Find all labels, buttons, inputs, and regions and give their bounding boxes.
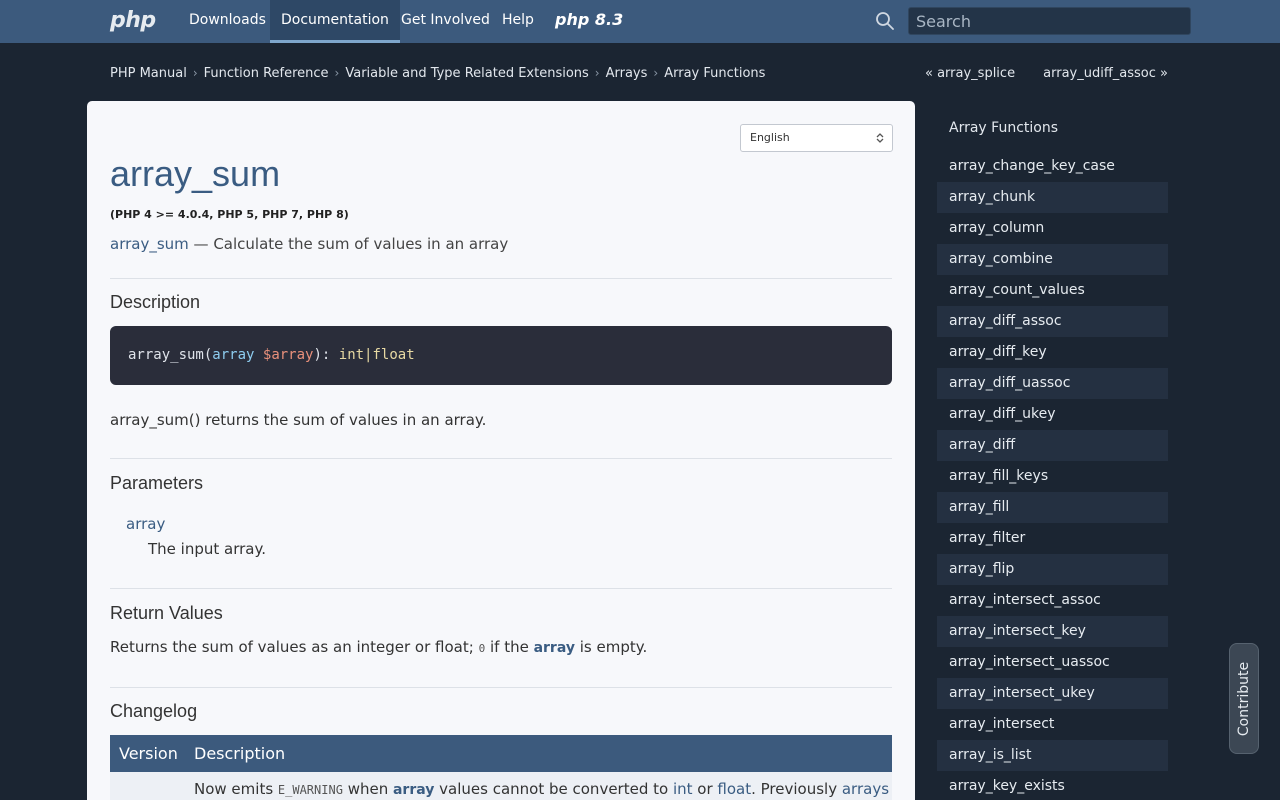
nav-documentation[interactable]: Documentation (270, 0, 400, 43)
sidebar-item-array-flip[interactable]: array_flip (937, 554, 1168, 585)
signature-return-type[interactable]: int|float (339, 347, 415, 363)
row-text: . Previously (751, 780, 842, 798)
row-text: or (692, 780, 718, 798)
sidebar-title: Array Functions (949, 120, 1058, 136)
changelog-heading: Changelog (110, 701, 198, 721)
arrays-link[interactable]: arrays (842, 780, 889, 798)
return-values-heading: Return Values (110, 603, 223, 623)
sidebar-item-array-chunk[interactable]: array_chunk (937, 182, 1168, 213)
page-title: array_sum (110, 153, 281, 194)
changelog-table-header: Version Description (110, 735, 892, 772)
php-version-badge[interactable]: php 8.3 (555, 10, 623, 29)
php-logo[interactable]: php (110, 8, 156, 33)
description-heading: Description (110, 292, 201, 312)
signature-code-block: array_sum(array $array): int|float (110, 326, 892, 385)
breadcrumb-arrays[interactable]: Arrays (606, 66, 648, 81)
signature-function: array_sum( (128, 347, 213, 363)
sidebar-item-array-intersect-uassoc[interactable]: array_intersect_uassoc (937, 647, 1168, 678)
breadcrumb-variable-type-extensions[interactable]: Variable and Type Related Extensions (345, 66, 588, 81)
sidebar-item-array-diff-ukey[interactable]: array_diff_ukey (937, 399, 1168, 430)
divider (110, 458, 892, 459)
search-input[interactable] (908, 7, 1191, 35)
return-text-part: is empty. (574, 638, 648, 656)
refname-line: array_sum — Calculate the sum of values … (110, 235, 508, 253)
language-select-value: English (750, 131, 790, 144)
e-warning-constant: E_WARNING (277, 783, 343, 797)
description-text: array_sum() returns the sum of values in… (110, 411, 487, 429)
signature-param-var: $array (262, 347, 314, 363)
sidebar-item-array-intersect[interactable]: array_intersect (937, 709, 1168, 740)
refname-function: array_sum (110, 235, 189, 253)
float-link[interactable]: float (717, 780, 751, 798)
param-array-name: array (126, 515, 166, 533)
param-array-ref: array (392, 782, 435, 798)
parameters-heading: Parameters (110, 473, 204, 493)
nav-downloads[interactable]: Downloads (178, 0, 277, 43)
column-header-description: Description (194, 744, 286, 763)
changelog-row-description: Now emits E_WARNING when array values ca… (194, 780, 889, 798)
language-select[interactable]: English (740, 124, 893, 152)
contribute-button[interactable]: Contribute (1229, 643, 1259, 754)
chevron-right-icon: › (594, 66, 600, 80)
return-values-text: Returns the sum of values as an integer … (110, 638, 647, 656)
sidebar-item-array-is-list[interactable]: array_is_list (937, 740, 1168, 771)
sidebar-item-array-intersect-assoc[interactable]: array_intersect_assoc (937, 585, 1168, 616)
row-text: Now emits (194, 780, 278, 798)
sidebar-function-list: array_change_key_case array_chunk array_co… (937, 151, 1168, 800)
prev-page-link[interactable]: « array_splice (925, 66, 1015, 81)
breadcrumb: PHP Manual › Function Reference › Variable a… (110, 66, 765, 81)
chevron-right-icon: › (653, 66, 659, 80)
int-link[interactable]: int (673, 780, 693, 798)
next-page-link[interactable]: array_udiff_assoc » (1043, 66, 1168, 81)
signature-close: ): (313, 347, 339, 363)
signature-param-type[interactable]: array (212, 347, 254, 363)
row-text: values cannot be converted to (434, 780, 673, 798)
nav-get-involved[interactable]: Get Involved (390, 0, 501, 43)
sidebar-item-array-column[interactable]: array_column (937, 213, 1168, 244)
sidebar-item-array-diff-uassoc[interactable]: array_diff_uassoc (937, 368, 1168, 399)
breadcrumb-function-reference[interactable]: Function Reference (204, 66, 329, 81)
version-info: (PHP 4 >= 4.0.4, PHP 5, PHP 7, PHP 8) (110, 208, 349, 221)
table-row: Now emits E_WARNING when array values ca… (110, 772, 892, 800)
select-arrows-icon (876, 133, 884, 143)
sidebar-item-array-fill-keys[interactable]: array_fill_keys (937, 461, 1168, 492)
sidebar-item-array-diff-key[interactable]: array_diff_key (937, 337, 1168, 368)
sidebar-item-array-key-exists[interactable]: array_key_exists (937, 771, 1168, 800)
sidebar-item-array-fill[interactable]: array_fill (937, 492, 1168, 523)
return-text-part: Returns the sum of values as an integer … (110, 638, 479, 656)
divider (110, 588, 892, 589)
sidebar-item-array-intersect-key[interactable]: array_intersect_key (937, 616, 1168, 647)
search-icon[interactable] (875, 11, 895, 31)
top-navbar: php Downloads Documentation Get Involved… (0, 0, 1280, 43)
row-text: when (342, 780, 393, 798)
sidebar-item-array-combine[interactable]: array_combine (937, 244, 1168, 275)
sidebar-item-array-count-values[interactable]: array_count_values (937, 275, 1168, 306)
breadcrumb-php-manual[interactable]: PHP Manual (110, 66, 187, 81)
divider (110, 687, 892, 688)
chevron-right-icon: › (334, 66, 340, 80)
column-header-version: Version (119, 744, 178, 763)
param-array-desc: The input array. (148, 540, 266, 558)
divider (110, 278, 892, 279)
sidebar-item-array-intersect-ukey[interactable]: array_intersect_ukey (937, 678, 1168, 709)
breadcrumb-array-functions[interactable]: Array Functions (664, 66, 765, 81)
refpurpose: — Calculate the sum of values in an arra… (193, 235, 509, 253)
contribute-label: Contribute (1236, 661, 1252, 736)
changelog-table: Version Description Now emits E_WARNING … (110, 735, 892, 800)
content-card: English array_sum (PHP 4 >= 4.0.4, PHP 5… (87, 101, 915, 800)
return-param-array: array (533, 640, 575, 656)
sidebar-item-array-change-key-case[interactable]: array_change_key_case (937, 151, 1168, 182)
nav-help[interactable]: Help (491, 0, 545, 43)
chevron-right-icon: › (192, 66, 198, 80)
return-text-part: if the (485, 638, 534, 656)
sidebar-item-array-diff[interactable]: array_diff (937, 430, 1168, 461)
sidebar-item-array-filter[interactable]: array_filter (937, 523, 1168, 554)
sidebar-item-array-diff-assoc[interactable]: array_diff_assoc (937, 306, 1168, 337)
